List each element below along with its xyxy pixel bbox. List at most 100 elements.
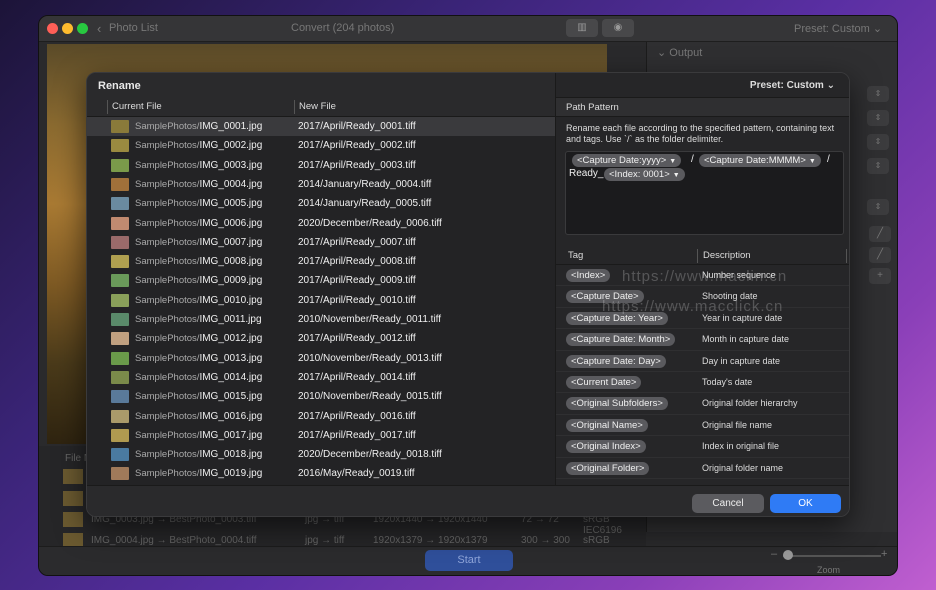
tag-row[interactable]: <Original Name> Original file name bbox=[556, 415, 849, 437]
new-file-name: 2020/December/Ready_0006.tiff bbox=[298, 217, 442, 229]
triangle-down-icon[interactable]: ▼ bbox=[669, 158, 676, 165]
table-row[interactable]: SamplePhotos/IMG_0015.jpg 2010/November/R… bbox=[87, 387, 555, 406]
zoom-slider-handle[interactable] bbox=[783, 550, 793, 560]
tag-pill[interactable]: <Capture Date: Day> bbox=[566, 354, 666, 368]
table-row[interactable]: SamplePhotos/IMG_0004.jpg 2014/January/Re… bbox=[87, 175, 555, 194]
tag-row[interactable]: <Capture Date: Month> Month in capture da… bbox=[556, 329, 849, 351]
path-pattern-field[interactable]: <Capture Date:yyyy> ▼ / <Capture Date:MMM… bbox=[565, 151, 844, 235]
file-directory: SamplePhotos/ bbox=[135, 449, 200, 461]
new-file-column-header[interactable]: New File bbox=[299, 101, 336, 112]
tag-description: Index in original file bbox=[702, 441, 780, 452]
pencil-icon: ╱ bbox=[876, 228, 884, 239]
tag-row[interactable]: <Current Date> Today's date bbox=[556, 372, 849, 394]
thumbnail bbox=[111, 255, 129, 269]
capture-year-token[interactable]: <Capture Date:yyyy> ▼ bbox=[572, 154, 682, 167]
start-button[interactable]: Start bbox=[425, 550, 513, 571]
back-label[interactable]: Photo List bbox=[109, 22, 158, 34]
column-separator bbox=[107, 100, 108, 114]
split-view-icon: ▥ bbox=[577, 22, 587, 33]
index-token[interactable]: <Index: 0001> ▼ bbox=[604, 168, 685, 181]
thumbnail bbox=[111, 390, 129, 404]
tag-table-header: Tag Description bbox=[556, 247, 849, 265]
tag-row[interactable]: <Original Folder> Original folder name bbox=[556, 458, 849, 479]
tag-row[interactable]: <Capture Date: Day> Day in capture date bbox=[556, 351, 849, 372]
file-directory: SamplePhotos/ bbox=[135, 294, 200, 306]
triangle-down-icon[interactable]: ▼ bbox=[809, 158, 816, 165]
minimize-window-button[interactable] bbox=[62, 23, 73, 34]
cancel-button[interactable]: Cancel bbox=[692, 494, 764, 513]
edit-button-1[interactable]: ╱ bbox=[869, 226, 891, 242]
dialog-preset-menu[interactable]: Preset: Custom ⌄ bbox=[750, 80, 835, 91]
table-row[interactable]: SamplePhotos/IMG_0016.jpg 2017/April/Read… bbox=[87, 407, 555, 426]
tag-row[interactable]: <Original Subfolders> Original folder hie… bbox=[556, 393, 849, 415]
tag-pill[interactable]: <Original Index> bbox=[566, 440, 646, 454]
table-row[interactable]: SamplePhotos/IMG_0002.jpg 2017/April/Read… bbox=[87, 136, 555, 155]
current-file-column-header[interactable]: Current File bbox=[112, 101, 162, 112]
table-row[interactable]: SamplePhotos/IMG_0019.jpg 2016/May/Ready_… bbox=[87, 464, 555, 483]
dialog-title: Rename bbox=[98, 80, 141, 92]
zoom-in-icon[interactable]: + bbox=[881, 548, 887, 560]
tag-pill[interactable]: <Original Folder> bbox=[566, 461, 650, 475]
add-button[interactable]: + bbox=[869, 268, 891, 284]
path-separator: / bbox=[691, 154, 694, 165]
dialog-footer: Cancel OK bbox=[87, 485, 849, 516]
capture-month-token[interactable]: <Capture Date:MMMM> ▼ bbox=[699, 154, 821, 167]
output-stepper-1[interactable]: ⇕ bbox=[867, 86, 889, 102]
table-row[interactable]: SamplePhotos/IMG_0014.jpg 2017/April/Read… bbox=[87, 368, 555, 387]
zoom-out-icon[interactable]: – bbox=[771, 548, 777, 560]
current-file-name: SamplePhotos/IMG_0001.jpg bbox=[135, 121, 262, 132]
table-row[interactable]: SamplePhotos/IMG_0003.jpg 2017/April/Read… bbox=[87, 156, 555, 175]
compare-view-button[interactable]: ▥ bbox=[566, 19, 598, 37]
tag-pill[interactable]: <Index> bbox=[566, 269, 611, 282]
table-row[interactable]: SamplePhotos/IMG_0001.jpg 2017/April/Read… bbox=[87, 117, 555, 137]
file-basename: IMG_0003.jpg bbox=[199, 159, 263, 171]
thumbnail bbox=[111, 332, 129, 346]
table-row[interactable]: SamplePhotos/IMG_0008.jpg 2017/April/Read… bbox=[87, 252, 555, 271]
table-row[interactable]: SamplePhotos/IMG_0017.jpg 2017/April/Read… bbox=[87, 426, 555, 445]
table-row[interactable]: SamplePhotos/IMG_0018.jpg 2020/December/R… bbox=[87, 445, 555, 464]
table-row[interactable]: SamplePhotos/IMG_0013.jpg 2010/November/R… bbox=[87, 349, 555, 368]
thumbnail bbox=[111, 120, 129, 133]
table-row[interactable]: SamplePhotos/IMG_0010.jpg 2017/April/Read… bbox=[87, 291, 555, 310]
zoom-slider[interactable] bbox=[783, 555, 881, 557]
current-file-name: SamplePhotos/IMG_0014.jpg bbox=[135, 372, 262, 383]
tag-description: Original file name bbox=[702, 419, 773, 430]
ok-button[interactable]: OK bbox=[770, 494, 841, 513]
eye-icon: ◉ bbox=[613, 22, 623, 33]
tag-pill[interactable]: <Original Name> bbox=[566, 418, 648, 432]
table-row[interactable]: SamplePhotos/IMG_0012.jpg 2017/April/Read… bbox=[87, 329, 555, 348]
tag-row[interactable]: <Original Index> Index in original file bbox=[556, 436, 849, 458]
output-stepper-4[interactable]: ⇕ bbox=[867, 158, 889, 174]
thumbnail bbox=[63, 512, 83, 527]
chevron-left-icon[interactable]: ‹ bbox=[97, 21, 101, 36]
edit-button-2[interactable]: ╱ bbox=[869, 247, 891, 263]
preset-menu[interactable]: Preset: Custom ⌄ bbox=[794, 22, 882, 35]
table-row[interactable]: SamplePhotos/IMG_0005.jpg 2014/January/Re… bbox=[87, 194, 555, 213]
file-basename: IMG_0002.jpg bbox=[199, 140, 263, 152]
tag-pill[interactable]: <Current Date> bbox=[566, 376, 642, 389]
rename-dialog: Rename Current File New File SamplePhoto… bbox=[86, 72, 850, 517]
dialog-header: Rename bbox=[87, 73, 555, 97]
output-stepper-5[interactable]: ⇕ bbox=[867, 199, 889, 215]
description-column-header[interactable]: Description bbox=[703, 250, 751, 261]
table-row[interactable]: SamplePhotos/IMG_0006.jpg 2020/December/R… bbox=[87, 214, 555, 233]
thumbnail bbox=[111, 235, 129, 249]
preview-button[interactable]: ◉ bbox=[602, 19, 634, 37]
token-label: <Index: 0001> bbox=[609, 169, 670, 180]
table-row[interactable]: SamplePhotos/IMG_0009.jpg 2017/April/Read… bbox=[87, 271, 555, 290]
output-section-header[interactable]: ⌄ Output bbox=[657, 46, 702, 59]
zoom-window-button[interactable] bbox=[77, 23, 88, 34]
table-row[interactable]: SamplePhotos/IMG_0011.jpg 2010/November/R… bbox=[87, 310, 555, 329]
tag-pill[interactable]: <Original Subfolders> bbox=[566, 397, 668, 411]
token-label: <Capture Date:yyyy> bbox=[577, 155, 667, 166]
output-stepper-3[interactable]: ⇕ bbox=[867, 134, 889, 150]
file-directory: SamplePhotos/ bbox=[135, 391, 200, 403]
tag-column-header[interactable]: Tag bbox=[568, 250, 583, 261]
table-row[interactable]: SamplePhotos/IMG_0007.jpg 2017/April/Read… bbox=[87, 233, 555, 252]
output-stepper-2[interactable]: ⇕ bbox=[867, 110, 889, 126]
new-file-name: 2017/April/Ready_0008.tiff bbox=[298, 256, 416, 268]
list-item-type: jpg → tiff bbox=[305, 535, 345, 546]
triangle-down-icon[interactable]: ▼ bbox=[673, 172, 680, 179]
tag-pill[interactable]: <Capture Date: Month> bbox=[566, 333, 676, 347]
close-window-button[interactable] bbox=[47, 23, 58, 34]
